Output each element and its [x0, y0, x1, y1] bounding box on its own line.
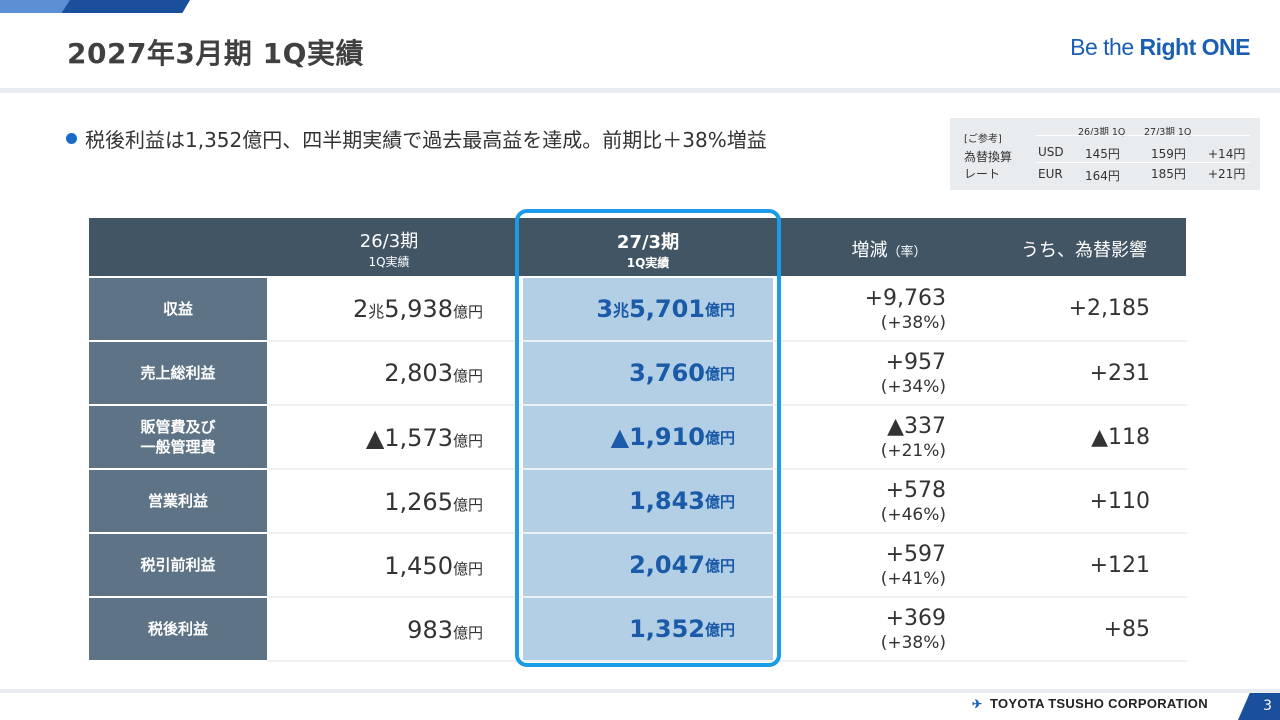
company-logo-icon: ✈	[972, 697, 983, 711]
header-diff-label: 増減	[851, 240, 888, 261]
row-label: 売上総利益	[89, 342, 267, 404]
top-accent-bar-light	[0, 0, 70, 13]
diff-amount: +957	[885, 350, 946, 375]
fx-impact: +2,185	[1068, 296, 1150, 321]
fx-value: 185円	[1151, 167, 1186, 181]
prev-value-oku: 5,938	[384, 295, 453, 323]
page-number: 3	[1238, 693, 1280, 720]
row-label: 販管費及び一般管理費	[89, 406, 267, 468]
prev-value: 2兆5,938億円	[268, 295, 483, 323]
diff-amount: +369	[885, 606, 946, 631]
prev-amount: 1,450	[384, 552, 453, 580]
diff-value: +597 (+41%)	[776, 543, 946, 591]
brand-logo: Be the Right ONE	[1070, 34, 1250, 61]
header-diff-sub: （率）	[887, 245, 927, 260]
diff-amount: +9,763	[864, 286, 946, 311]
prev-value: ▲1,573億円	[268, 424, 483, 452]
fx-value: 164円	[1085, 169, 1120, 183]
prev-value-cho: 2	[352, 295, 369, 323]
row-label: 税後利益	[89, 598, 267, 660]
prev-value: 1,265億円	[268, 488, 483, 516]
fx-ref-label: [ご参考]	[964, 134, 1002, 145]
diff-amount: +578	[885, 478, 946, 503]
brand-strong: Right ONE	[1139, 34, 1251, 60]
bullet-dot-icon	[66, 133, 77, 144]
unit: 億円	[452, 496, 483, 514]
prev-amount: ▲1,573	[365, 424, 453, 452]
prev-value: 2,803億円	[268, 359, 483, 387]
prev-value: 1,450億円	[268, 552, 483, 580]
fx-divider	[1036, 135, 1250, 136]
header-prev-sub: 1Q実績	[368, 255, 410, 269]
prev-amount: 1,265	[384, 488, 453, 516]
fx-impact: +231	[1089, 361, 1150, 386]
row-label: 収益	[89, 278, 267, 340]
summary-bullet: 税後利益は1,352億円、四半期実績で過去最高益を達成。前期比＋38%増益	[66, 124, 767, 153]
unit: 億円	[452, 560, 483, 578]
fx-currency: EUR	[1038, 167, 1063, 181]
row-label-line1: 販管費及び	[140, 417, 216, 436]
fx-currency: USD	[1038, 145, 1064, 159]
current-period-highlight	[515, 209, 781, 667]
diff-value: ▲337 (+21%)	[776, 415, 946, 463]
header-prev: 26/3期 1Q実績	[269, 227, 509, 270]
page-title: 2027年3月期 1Q実績	[67, 37, 364, 70]
diff-rate: (+41%)	[880, 569, 946, 589]
prev-amount: 983	[407, 616, 453, 644]
fx-impact: +121	[1089, 553, 1150, 578]
unit: 億円	[452, 367, 483, 385]
row-label: 税引前利益	[89, 534, 267, 596]
unit: 億円	[452, 432, 483, 450]
diff-rate: (+21%)	[880, 441, 946, 461]
row-label-line2: 一般管理費	[140, 438, 216, 456]
fx-impact: ▲118	[1091, 425, 1150, 450]
header-diff: 増減（率）	[789, 236, 989, 262]
prev-value: 983億円	[268, 616, 483, 644]
diff-value: +578 (+46%)	[776, 479, 946, 527]
diff-rate: (+34%)	[880, 377, 946, 397]
prev-amount: 2,803	[384, 359, 453, 387]
fx-impact: +110	[1089, 489, 1150, 514]
diff-value: +369 (+38%)	[776, 607, 946, 655]
diff-rate: (+38%)	[880, 313, 946, 333]
fx-value: 159円	[1151, 147, 1186, 161]
fx-rate-label-1: 為替換算	[964, 150, 1013, 164]
footer-divider	[0, 689, 1280, 693]
fx-rate-label-2: レート	[964, 167, 1001, 181]
diff-amount: +597	[885, 542, 946, 567]
footer-company: ✈ TOYOTA TSUSHO CORPORATION	[972, 696, 1208, 711]
header-fx: うち、為替影響	[1021, 240, 1147, 261]
row-label: 営業利益	[89, 470, 267, 532]
diff-rate: (+46%)	[880, 505, 946, 525]
unit-cho: 兆	[368, 302, 385, 321]
fx-reference-box: [ご参考] 為替換算 レート 26/3期 1Q 27/3期 1Q USD 145…	[950, 118, 1260, 190]
fx-value: 145円	[1085, 147, 1120, 161]
company-name: TOYOTA TSUSHO CORPORATION	[990, 696, 1208, 711]
diff-value: +9,763 (+38%)	[776, 287, 946, 335]
diff-amount: ▲337	[887, 414, 946, 439]
title-divider	[0, 88, 1280, 93]
fx-diff: +21円	[1208, 167, 1246, 181]
fx-divider	[1036, 162, 1250, 163]
unit: 億円	[452, 624, 483, 642]
summary-text: 税後利益は1,352億円、四半期実績で過去最高益を達成。前期比＋38%増益	[85, 128, 767, 152]
brand-light: Be the	[1070, 34, 1140, 60]
diff-rate: (+38%)	[880, 633, 946, 653]
diff-value: +957 (+34%)	[776, 351, 946, 399]
unit: 億円	[452, 303, 483, 321]
header-prev-period: 26/3期	[359, 231, 419, 252]
fx-diff: +14円	[1208, 147, 1246, 161]
fx-impact: +85	[1103, 617, 1150, 642]
